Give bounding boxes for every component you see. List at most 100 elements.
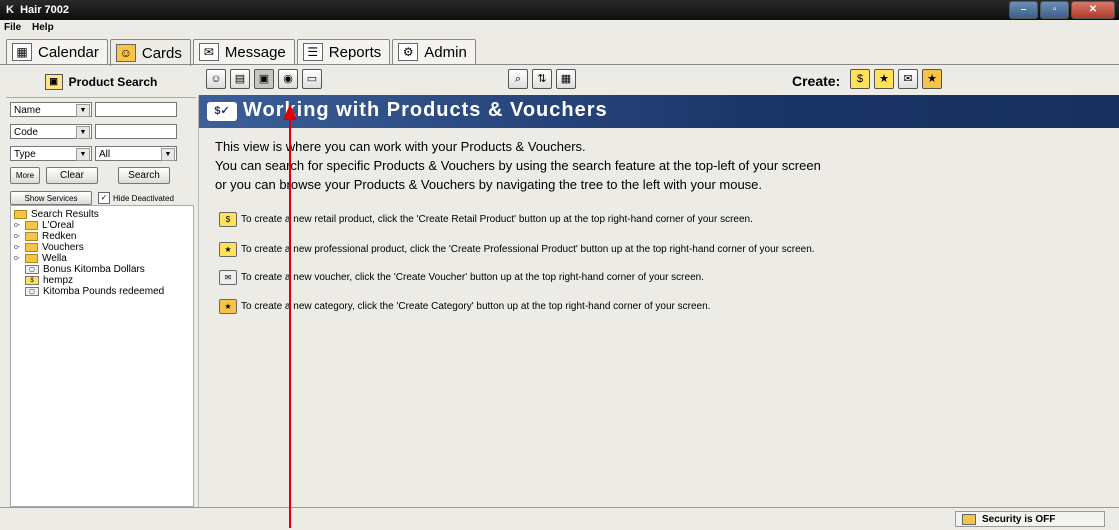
grid-icon: ▦ — [560, 73, 572, 85]
suppliers-view-button[interactable]: ▭ — [302, 69, 322, 89]
instruction-voucher: ✉ To create a new voucher, click the 'Cr… — [219, 270, 704, 285]
show-services-button[interactable]: Show Services — [10, 191, 92, 205]
search-input-code[interactable] — [95, 124, 177, 139]
tab-message[interactable]: ✉ Message — [192, 39, 295, 64]
cards-icon: ☺ — [115, 44, 136, 62]
folder-icon — [25, 232, 38, 241]
sort-arrows-icon: ⇅ — [537, 73, 547, 85]
services-view-button[interactable]: ◉ — [278, 69, 298, 89]
security-status[interactable]: Security is OFF — [955, 511, 1105, 527]
tree-item-redken[interactable]: o- Redken — [14, 231, 76, 242]
products-vouchers-icon: $✓ — [207, 102, 237, 121]
product-tree[interactable]: Search Results o- L'Oreal o- Redken o- Vouc… — [10, 205, 194, 507]
products-view-button[interactable]: ▣ — [254, 69, 274, 89]
page-title: Working with Products & Vouchers — [243, 99, 608, 121]
retail-product-icon: $ — [25, 276, 39, 285]
tab-reports[interactable]: ☰ Reports — [296, 39, 391, 64]
lock-icon — [962, 513, 976, 525]
search-field-select-1[interactable]: Name ▼ — [10, 102, 92, 117]
create-retail-product-button[interactable]: $ — [850, 69, 870, 89]
chevron-down-icon: ▼ — [76, 148, 90, 161]
window-title: K Hair 7002 — [6, 4, 70, 16]
main-tabs: ▦ Calendar ☺ Cards ✉ Message ☰ Reports ⚙ Admi… — [6, 39, 478, 66]
tree-item-kitomba-pounds-redeemed[interactable]: ▢ Kitomba Pounds redeemed — [25, 286, 164, 297]
status-bar: Security is OFF — [0, 507, 1119, 530]
staff-view-button[interactable]: ▤ — [230, 69, 250, 89]
search-field-select-3[interactable]: Type ▼ — [10, 146, 92, 161]
search-field-select-2[interactable]: Code ▼ — [10, 124, 92, 139]
tree-item-wella[interactable]: o- Wella — [14, 253, 67, 264]
staff-icon: ▤ — [234, 73, 246, 85]
folder-icon — [25, 243, 38, 252]
tab-cards[interactable]: ☺ Cards — [109, 39, 191, 66]
professional-product-icon: ★ — [219, 242, 237, 257]
admin-icon: ⚙ — [398, 43, 419, 61]
calendar-icon: ▦ — [12, 43, 32, 61]
category-icon: ★ — [927, 73, 937, 85]
find-button[interactable]: ⌕ — [508, 69, 528, 89]
tab-admin[interactable]: ⚙ Admin — [392, 39, 476, 64]
instruction-category: ★ To create a new category, click the 'C… — [219, 299, 710, 314]
product-search-panel: ▣ Product Search Name ▼ Code ▼ Type ▼ All ▼ … — [6, 67, 196, 507]
menu-bar: File Help — [0, 20, 1119, 36]
intro-line-1: This view is where you can work with you… — [215, 139, 586, 154]
search-input-name[interactable] — [95, 102, 177, 117]
close-button[interactable]: ✕ — [1071, 1, 1115, 19]
category-icon: ★ — [219, 299, 237, 314]
professional-product-icon: ★ — [879, 73, 889, 85]
chevron-down-icon: ▼ — [76, 126, 90, 139]
instruction-professional-product: ★ To create a new professional product, … — [219, 242, 815, 257]
clients-icon: ☺ — [210, 73, 222, 85]
folder-icon — [25, 254, 38, 263]
expand-icon[interactable]: o- — [14, 222, 22, 229]
hide-deactivated-checkbox[interactable]: ✓ — [98, 192, 110, 204]
clients-view-button[interactable]: ☺ — [206, 69, 226, 89]
products-icon: ▣ — [258, 73, 270, 85]
retail-product-icon: $ — [856, 73, 864, 85]
minimize-button[interactable]: – — [1009, 1, 1038, 19]
instruction-retail-product: $ To create a new retail product, click … — [219, 212, 753, 227]
sort-button[interactable]: ⇅ — [532, 69, 552, 89]
reports-icon: ☰ — [302, 43, 323, 61]
suppliers-icon: ▭ — [306, 73, 318, 85]
create-category-button[interactable]: ★ — [922, 69, 942, 89]
search-button[interactable]: Search — [118, 167, 170, 184]
tab-divider — [0, 64, 1119, 65]
hide-deactivated-option[interactable]: ✓ Hide Deactivated — [98, 192, 174, 204]
create-professional-product-button[interactable]: ★ — [874, 69, 894, 89]
annotation-arrow-line — [289, 118, 291, 528]
create-voucher-button[interactable]: ✉ — [898, 69, 918, 89]
type-select[interactable]: All ▼ — [95, 146, 177, 161]
tree-root[interactable]: Search Results — [14, 209, 99, 220]
maximize-button[interactable]: ▫ — [1040, 1, 1069, 19]
window-controls: – ▫ ✕ — [1009, 1, 1115, 19]
voucher-icon: ✉ — [219, 270, 237, 285]
voucher-icon: ▢ — [25, 265, 39, 274]
menu-file[interactable]: File — [0, 20, 25, 35]
tree-item-vouchers[interactable]: o- Vouchers — [14, 242, 84, 253]
main-content: $✓ Working with Products & Vouchers This… — [198, 95, 1119, 508]
tab-calendar[interactable]: ▦ Calendar — [6, 39, 108, 64]
folder-icon — [14, 210, 27, 219]
grid-view-button[interactable]: ▦ — [556, 69, 576, 89]
clear-button[interactable]: Clear — [46, 167, 98, 184]
tree-item-bonus-kitomba-dollars[interactable]: ▢ Bonus Kitomba Dollars — [25, 264, 145, 275]
voucher-icon: ✉ — [903, 73, 913, 85]
intro-line-2: You can search for specific Products & V… — [215, 158, 821, 173]
expand-icon[interactable]: o- — [14, 255, 22, 262]
menu-help[interactable]: Help — [28, 20, 58, 35]
chevron-down-icon: ▼ — [76, 104, 90, 117]
page-banner: $✓ Working with Products & Vouchers — [199, 95, 1119, 128]
services-icon: ◉ — [283, 73, 293, 85]
tree-item-hempz[interactable]: $ hempz — [25, 275, 73, 286]
panel-header: ▣ Product Search — [6, 67, 196, 98]
voucher-icon: ▢ — [25, 287, 39, 296]
expand-icon[interactable]: o- — [14, 233, 22, 240]
product-search-icon: ▣ — [44, 74, 63, 90]
binoculars-icon: ⌕ — [514, 73, 522, 85]
expand-icon[interactable]: o- — [14, 244, 22, 251]
more-button[interactable]: More — [10, 167, 40, 184]
title-bar: K Hair 7002 – ▫ ✕ — [0, 0, 1119, 20]
intro-line-3: or you can browse your Products & Vouche… — [215, 177, 763, 192]
tree-item-loreal[interactable]: o- L'Oreal — [14, 220, 74, 231]
